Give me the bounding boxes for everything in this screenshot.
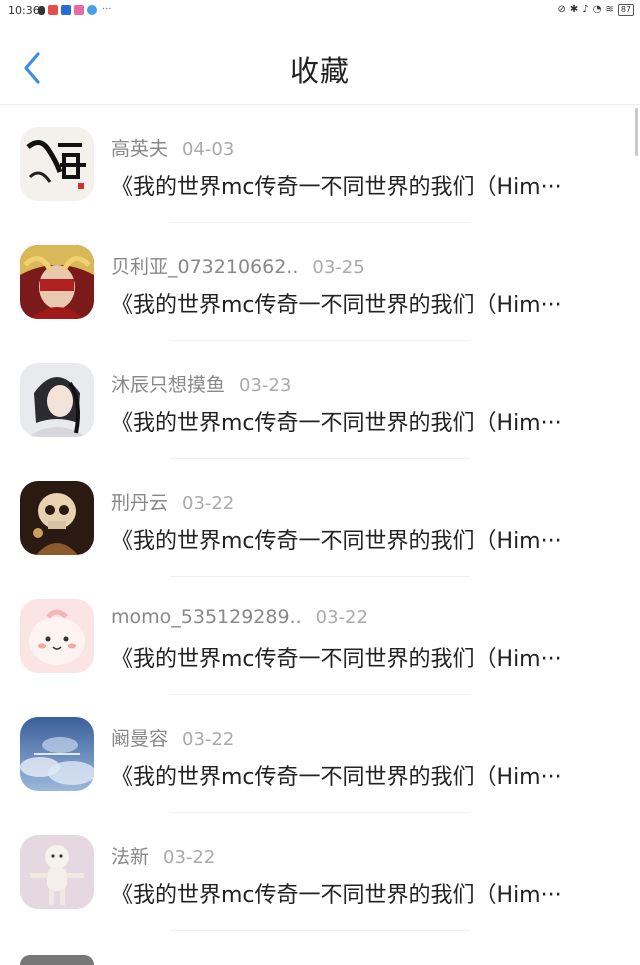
list-item[interactable]: 沐辰只想摸鱼 03-23 《我的世界mc传奇一不同世界的我们（Him··· [0,341,640,459]
battery-indicator: 87 [617,4,634,16]
item-meta: momo_535129289.. 03-22 [111,606,368,628]
item-message: 《我的世界mc传奇一不同世界的我们（Him··· [111,765,562,790]
item-date: 03-22 [182,493,235,514]
item-meta: 沐辰只想摸鱼 03-23 [111,370,291,397]
avatar[interactable] [20,245,94,319]
list-item[interactable]: 高英夫 04-03 《我的世界mc传奇一不同世界的我们（Him··· [0,105,640,223]
user-name: 高英夫 [111,138,169,160]
item-message: 《我的世界mc传奇一不同世界的我们（Him··· [111,175,562,200]
item-date: 03-22 [163,847,216,868]
list-item[interactable]: 刑丹云 03-22 《我的世界mc传奇一不同世界的我们（Him··· [0,459,640,577]
wifi-icon: ≋ [605,4,614,15]
user-name: momo_535129289.. [111,606,302,628]
item-date: 03-23 [239,375,292,396]
avatar[interactable] [20,835,94,909]
list-item[interactable]: 法新 03-22 《我的世界mc传奇一不同世界的我们（Him··· [0,813,640,931]
more-notifications-icon: ··· [102,4,112,15]
avatar[interactable] [20,127,94,201]
app-notification-icon [74,5,84,15]
user-name: 刑丹云 [111,492,169,514]
list-item[interactable]: 贝利亚_073210662.. 03-25 《我的世界mc传奇一不同世界的我们（H… [0,223,640,341]
system-icons: ⊘ ✱ ♪ ◔ ≋ 87 [558,4,634,16]
status-bar: 10:36 ··· ⊘ ✱ ♪ ◔ ≋ 87 [0,0,640,22]
item-meta: 高英夫 04-03 [111,134,234,161]
page-title: 收藏 [289,54,350,88]
divider [170,930,470,931]
avatar[interactable] [20,599,94,673]
item-date: 03-22 [315,607,368,628]
user-name: 沐辰只想摸鱼 [111,374,226,396]
user-name: 法新 [111,846,150,868]
item-message: 《我的世界mc传奇一不同世界的我们（Him··· [111,529,562,554]
user-name: 贝利亚_073210662.. [111,256,299,278]
alarm-icon: ◔ [592,4,602,15]
item-meta: 阚曼容 03-22 [111,724,234,751]
avatar[interactable] [20,955,94,965]
item-date: 04-03 [182,139,235,160]
app-notification-icon [48,5,58,15]
list-item[interactable]: momo_535129289.. 03-22 《我的世界mc传奇一不同世界的我们（… [0,577,640,695]
item-meta: 贝利亚_073210662.. 03-25 [111,252,365,279]
avatar[interactable] [20,717,94,791]
item-message: 《我的世界mc传奇一不同世界的我们（Him··· [111,647,562,672]
item-message: 《我的世界mc传奇一不同世界的我们（Him··· [111,883,562,908]
item-message: 《我的世界mc传奇一不同世界的我们（Him··· [111,411,562,436]
bluetooth-icon: ✱ [569,4,579,15]
list-item[interactable]: 阚曼容 03-22 《我的世界mc传奇一不同世界的我们（Him··· [0,695,640,813]
mute-icon: ♪ [582,4,589,15]
notification-icons: ··· [38,5,112,15]
app-notification-icon [87,5,97,15]
penguin-icon [38,5,45,15]
favorites-list: 高英夫 04-03 《我的世界mc传奇一不同世界的我们（Him··· 贝利亚_07… [0,105,640,931]
scrollbar[interactable] [635,108,638,156]
avatar[interactable] [20,363,94,437]
app-notification-icon [61,5,71,15]
item-date: 03-25 [312,257,365,278]
item-date: 03-22 [182,729,235,750]
speed-icon: ⊘ [557,4,566,15]
item-meta: 法新 03-22 [111,842,215,869]
status-time: 10:36 [8,4,40,17]
item-meta: 刑丹云 03-22 [111,488,234,515]
avatar[interactable] [20,481,94,555]
item-message: 《我的世界mc传奇一不同世界的我们（Him··· [111,293,562,318]
nav-header: 收藏 [0,22,640,105]
user-name: 阚曼容 [111,728,169,750]
